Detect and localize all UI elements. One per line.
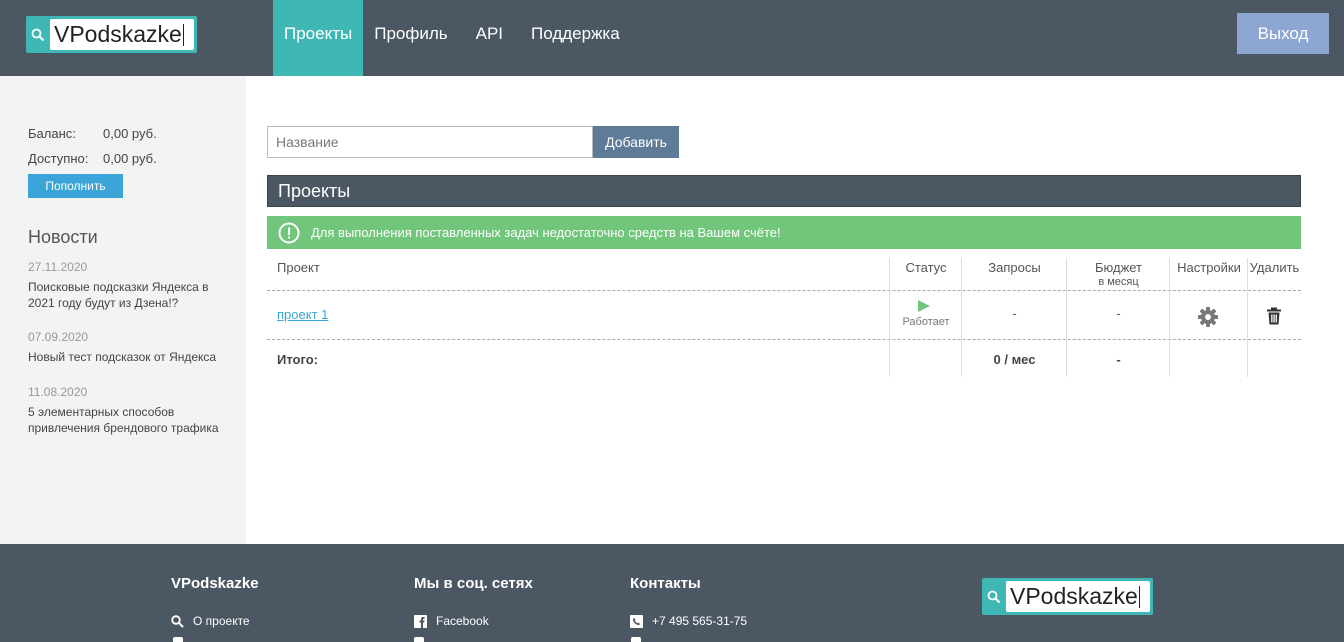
- user-icon: [173, 637, 183, 642]
- col-header-status: Статус: [905, 260, 947, 275]
- footer-facebook-link[interactable]: Facebook: [414, 614, 489, 628]
- sidebar: Баланс: 0,00 руб. Доступно: 0,00 руб. Попо…: [0, 76, 246, 544]
- nav-profile[interactable]: Профиль: [363, 0, 458, 76]
- main-nav: Проекты Профиль API Поддержка: [273, 0, 631, 76]
- col-header-budget: Бюджет: [1094, 260, 1143, 275]
- topup-button[interactable]: Пополнить: [28, 174, 123, 198]
- mail-icon: [631, 637, 641, 642]
- col-header-requests: Запросы: [988, 260, 1041, 275]
- footer-col-title: VPodskazke: [171, 575, 259, 592]
- text-caret: [182, 24, 184, 46]
- search-icon: [982, 590, 1006, 604]
- col-divider: [1247, 258, 1248, 377]
- news-link[interactable]: Поисковые подсказки Яндекса в 2021 году …: [28, 279, 233, 311]
- gear-icon[interactable]: [1197, 306, 1219, 328]
- available-row: Доступно: 0,00 руб.: [28, 151, 157, 166]
- news-link[interactable]: 5 элементарных способов привлечения брен…: [28, 404, 233, 436]
- site-logo[interactable]: VPodskazke: [26, 16, 197, 53]
- facebook-icon: [414, 614, 427, 628]
- row-divider: [267, 290, 1301, 291]
- available-value: 0,00 руб.: [103, 151, 157, 166]
- news-date: 07.09.2020: [28, 330, 89, 344]
- footer-col-title: Контакты: [630, 575, 701, 592]
- balance-value: 0,00 руб.: [103, 126, 157, 141]
- project-link[interactable]: проект 1: [277, 307, 328, 322]
- logo-text: VPodskazke: [1010, 583, 1138, 609]
- available-label: Доступно:: [28, 151, 89, 166]
- balance-label: Баланс:: [28, 126, 76, 141]
- nav-api[interactable]: API: [459, 0, 520, 76]
- nav-support[interactable]: Поддержка: [520, 0, 631, 76]
- total-requests: 0 / мес: [993, 352, 1036, 367]
- trash-icon[interactable]: [1266, 307, 1282, 325]
- footer-about-label: О проекте: [193, 614, 250, 628]
- status-text: Работает: [902, 316, 950, 328]
- col-header-delete: Удалить: [1249, 260, 1300, 275]
- balance-row: Баланс: 0,00 руб.: [28, 126, 157, 141]
- nav-projects[interactable]: Проекты: [273, 0, 364, 76]
- footer-about-link[interactable]: О проекте: [171, 614, 250, 628]
- project-name-input[interactable]: [267, 126, 593, 158]
- text-caret: [1138, 586, 1140, 608]
- budget-value: -: [1116, 306, 1121, 321]
- total-label: Итого:: [277, 352, 318, 367]
- add-project-button[interactable]: Добавить: [593, 126, 679, 158]
- alert-icon: [267, 222, 311, 244]
- news-link[interactable]: Новый тест подсказок от Яндекса: [28, 349, 233, 365]
- footer-phone-label: +7 495 565-31-75: [652, 614, 748, 628]
- social-icon: [414, 637, 424, 642]
- news-date: 27.11.2020: [28, 260, 88, 274]
- news-date: 11.08.2020: [28, 385, 88, 399]
- footer-logo[interactable]: VPodskazke: [982, 578, 1153, 615]
- logo-text: VPodskazke: [54, 21, 182, 47]
- col-header-settings: Настройки: [1177, 260, 1241, 275]
- footer: VPodskazke О проекте Мы в соц. сетях Fac…: [0, 544, 1344, 642]
- search-icon: [26, 28, 50, 42]
- news-heading: Новости: [28, 227, 98, 247]
- phone-icon: [630, 614, 643, 628]
- footer-phone[interactable]: +7 495 565-31-75: [630, 614, 747, 628]
- search-icon: [171, 614, 184, 628]
- footer-col-title: Мы в соц. сетях: [414, 575, 533, 592]
- section-title: Проекты: [267, 175, 1301, 207]
- row-divider: [267, 339, 1301, 340]
- alert-text: Для выполнения поставленных задач недост…: [311, 225, 781, 240]
- footer-facebook-label: Facebook: [436, 614, 489, 628]
- top-header: VPodskazke Проекты Профиль API Поддержка…: [0, 0, 1344, 76]
- play-icon[interactable]: [918, 300, 930, 312]
- col-header-project: Проект: [277, 260, 320, 275]
- logout-button[interactable]: Выход: [1237, 13, 1329, 54]
- col-header-budget-sub: в месяц: [1098, 276, 1139, 288]
- alert-banner: Для выполнения поставленных задач недост…: [267, 216, 1301, 249]
- requests-value: -: [1012, 306, 1017, 321]
- total-budget: -: [1116, 352, 1121, 367]
